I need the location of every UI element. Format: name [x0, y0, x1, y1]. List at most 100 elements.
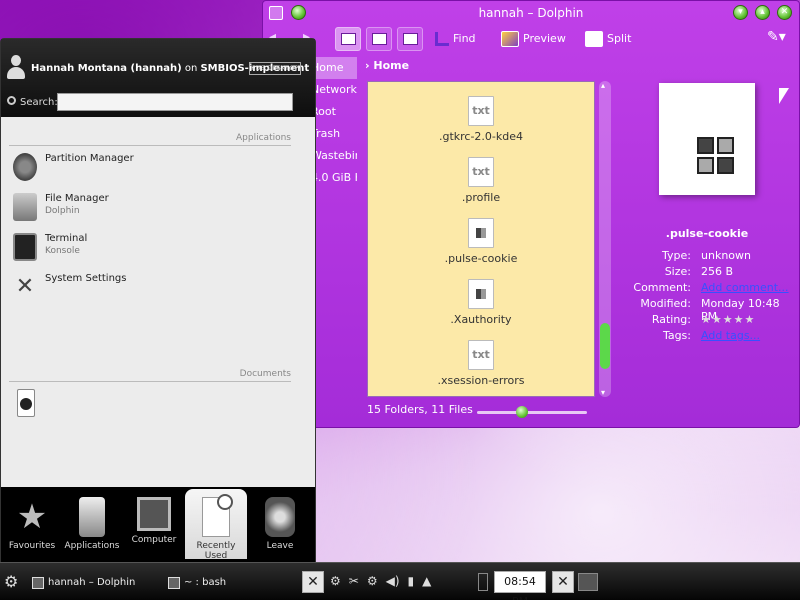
window-title: hannah – Dolphin — [478, 6, 584, 20]
info-key: Type: — [662, 249, 691, 262]
scrollbar-thumb[interactable] — [600, 323, 610, 369]
star-icon: ★ — [16, 497, 48, 537]
documents-divider — [9, 381, 291, 382]
file-item[interactable]: txt .xsession-errors — [368, 340, 594, 387]
zoom-slider-handle[interactable] — [516, 406, 529, 418]
recent-document-icon[interactable] — [17, 389, 35, 417]
task-bash[interactable]: ~ : bash — [168, 573, 226, 593]
scroll-down-icon[interactable]: ▾ — [601, 388, 605, 397]
info-link[interactable]: Add comment... — [701, 281, 789, 294]
tab-applications[interactable]: Applications — [61, 489, 123, 559]
configure-icon[interactable]: ✎▾ — [767, 29, 786, 45]
close-window-button[interactable]: ✕ — [302, 571, 324, 593]
columns-view-icon — [403, 33, 418, 45]
taskbar-panel: ⚙ hannah – Dolphin ~ : bash ✕ ⚙ ✂ ⚙ ◀) ▮… — [0, 562, 800, 600]
window-icon — [32, 577, 44, 589]
info-key: Comment: — [633, 281, 691, 294]
app-subtitle: Konsole — [45, 246, 80, 256]
details-view-button[interactable] — [366, 27, 392, 51]
breadcrumb-home[interactable]: Home — [373, 59, 409, 72]
tab-label: Applications — [64, 541, 120, 551]
app-name: Terminal — [45, 233, 88, 244]
launcher-content: Applications Partition Manager File Mana… — [1, 117, 315, 487]
tab-label: Favourites — [8, 541, 56, 551]
window-menu-icon[interactable] — [269, 6, 283, 20]
file-name: .gtkrc-2.0-kde4 — [438, 130, 524, 143]
system-tray: ⚙ ✂ ⚙ ◀) ▮ ▲ — [330, 574, 431, 588]
app-file-manager[interactable]: File Manager Dolphin — [13, 191, 283, 227]
dolphin-titlebar[interactable]: hannah – Dolphin ▾ ▴ ✕ — [263, 1, 799, 25]
file-view[interactable]: txt .gtkrc-2.0-kde4 txt .profile .pulse-cook… — [367, 81, 595, 397]
information-panel: .pulse-cookie Type: unknown Size: 256 B Comm… — [617, 57, 797, 419]
clipped-file-label — [368, 82, 594, 87]
info-link[interactable]: Add tags... — [701, 329, 760, 342]
vertical-scrollbar[interactable]: ▴ ▾ — [599, 81, 611, 397]
notifications-tray-icon[interactable]: ▲ — [422, 574, 431, 588]
info-value: 256 B — [701, 265, 734, 278]
app-system-settings[interactable]: ✕ System Settings — [13, 271, 283, 307]
power-icon — [265, 497, 295, 537]
info-key: Rating: — [651, 313, 691, 326]
volume-tray-icon[interactable]: ◀) — [386, 574, 400, 588]
file-name: .pulse-cookie — [444, 252, 518, 265]
tab-label: Recently Used — [196, 541, 236, 561]
settings-tray-icon[interactable]: ⚙ — [330, 574, 341, 588]
search-input[interactable] — [57, 93, 293, 111]
launcher-tabs: ★ Favourites Applications Computer Recen… — [1, 487, 315, 563]
icons-view-icon — [341, 33, 356, 45]
tab-leave[interactable]: Leave — [249, 489, 311, 559]
file-item[interactable]: txt .gtkrc-2.0-kde4 — [368, 96, 594, 143]
clock[interactable]: 08:54 PM — [494, 571, 546, 600]
status-text: 15 Folders, 11 Files — [367, 403, 473, 416]
close-button[interactable]: ✕ — [777, 5, 792, 20]
tab-label: Leave — [266, 541, 294, 551]
unknown-file-icon — [697, 137, 737, 177]
file-name: .xsession-errors — [437, 374, 525, 387]
window-list-icon[interactable] — [578, 573, 598, 591]
app-terminal[interactable]: Terminal Konsole — [13, 231, 283, 267]
klipper-tray-icon[interactable]: ✂ — [349, 574, 359, 588]
split-label: Split — [607, 32, 632, 45]
kde-menu-icon[interactable]: ⚙ — [4, 573, 22, 591]
find-button[interactable]: Find — [435, 27, 476, 51]
app-partition-manager[interactable]: Partition Manager — [13, 151, 283, 187]
user-avatar-icon — [6, 55, 26, 81]
info-row: Comment: Add comment... — [617, 281, 797, 297]
preview-label: Preview — [523, 32, 566, 45]
file-name: .Xauthority — [450, 313, 512, 326]
tab-favourites[interactable]: ★ Favourites — [1, 489, 63, 559]
desktop-pager[interactable] — [478, 573, 488, 591]
task-label: hannah – Dolphin — [48, 577, 136, 588]
columns-view-button[interactable] — [397, 27, 423, 51]
maximize-button[interactable]: ▴ — [755, 5, 770, 20]
minimize-button[interactable]: ▾ — [733, 5, 748, 20]
scroll-up-icon[interactable]: ▴ — [601, 81, 605, 90]
battery-tray-icon[interactable]: ▮ — [408, 574, 415, 588]
applications-section-label: Applications — [236, 133, 291, 143]
dolphin-window[interactable]: hannah – Dolphin ▾ ▴ ✕ ◂ ▸ Find Preview … — [262, 0, 800, 428]
details-view-icon — [372, 33, 387, 45]
file-name: .profile — [461, 191, 501, 204]
file-item[interactable]: txt .profile — [368, 157, 594, 204]
file-item[interactable]: .Xauthority — [368, 279, 594, 326]
tab-computer[interactable]: Computer — [123, 489, 185, 559]
app-name: File Manager — [45, 193, 109, 204]
zoom-slider[interactable] — [477, 406, 587, 418]
file-item[interactable]: .pulse-cookie — [368, 218, 594, 265]
task-dolphin[interactable]: hannah – Dolphin — [32, 573, 135, 593]
search-icon — [7, 96, 16, 105]
rating-stars[interactable]: ★★★★★ — [701, 313, 755, 326]
tab-recently-used[interactable]: Recently Used — [185, 489, 247, 561]
network-tray-icon[interactable]: ⚙ — [367, 574, 378, 588]
preview-button[interactable]: Preview — [501, 27, 566, 51]
pin-button[interactable] — [291, 5, 306, 20]
split-button[interactable]: Split — [585, 27, 631, 51]
find-label: Find — [453, 32, 476, 45]
close-button-right[interactable]: ✕ — [552, 571, 574, 593]
info-row: Size: 256 B — [617, 265, 797, 281]
applications-icon — [79, 497, 105, 537]
split-icon — [585, 31, 603, 47]
documents-section-label: Documents — [239, 369, 291, 379]
breadcrumb[interactable]: › Home — [365, 57, 409, 75]
icons-view-button[interactable] — [335, 27, 361, 51]
